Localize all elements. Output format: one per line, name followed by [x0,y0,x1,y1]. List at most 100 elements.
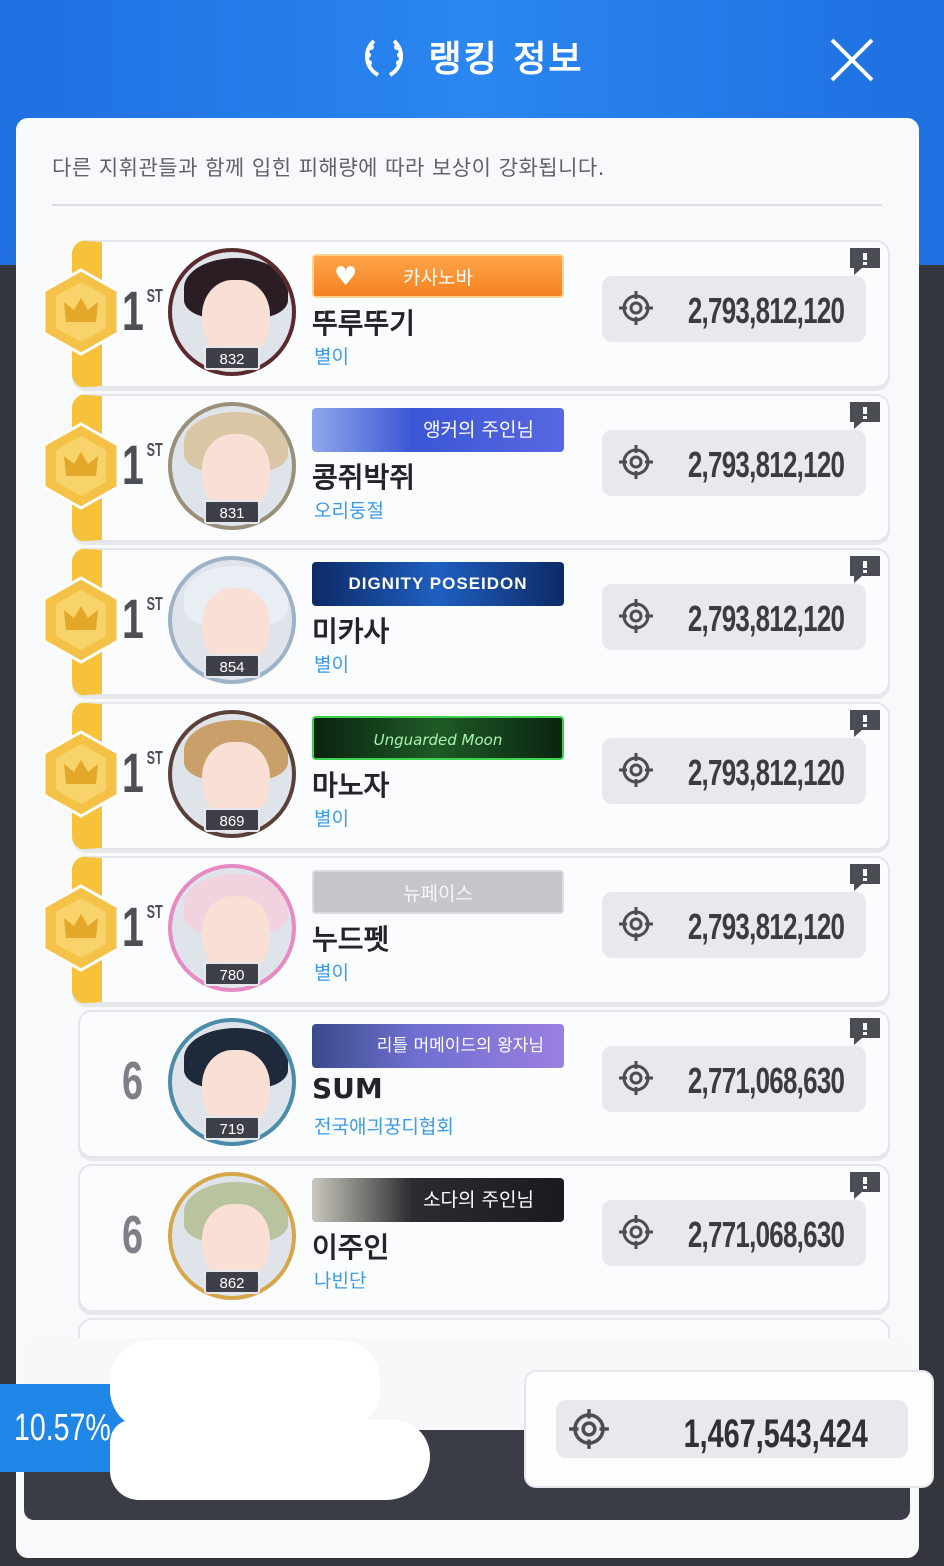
rank-value: 1 [122,587,144,650]
rank-suffix: ST [146,748,163,768]
title-banner-text: 카사노바 [403,267,473,289]
guild-name: 별이 [314,962,349,984]
divider [52,204,882,206]
level-badge: 831 [204,500,260,524]
rank-suffix: ST [146,902,163,922]
chat-icon[interactable] [848,400,882,430]
description-text: 다른 지휘관들과 함께 입힌 피해량에 따라 보상이 강화됩니다. [52,156,605,180]
target-icon [619,753,653,787]
rank-suffix: ST [146,440,163,460]
damage-score-box: 2,793,812,120 [602,430,866,496]
chat-icon[interactable] [848,554,882,584]
chat-icon[interactable] [848,862,882,892]
level-badge: 832 [204,346,260,370]
laurel-icon [365,39,404,77]
title-banner: Unguarded Moon [312,716,564,760]
crown-medal-icon [42,576,120,664]
title-banner-text: 앵커의 주인님 [423,419,534,441]
rank-value: 1 [122,895,144,958]
rank-value: 1 [122,433,144,496]
damage-score-value: 2,771,068,630 [687,1214,845,1255]
chat-icon[interactable] [848,1170,882,1200]
damage-score-value: 2,793,812,120 [687,290,845,331]
level-badge: 719 [204,1116,260,1140]
level-badge: 780 [204,962,260,986]
damage-score-value: 2,793,812,120 [687,444,845,485]
level-badge: 862 [204,1270,260,1294]
title-banner: 뉴페이스 [312,870,564,914]
rank-value: 1 [122,279,144,342]
player-name: 미카사 [312,615,390,648]
damage-score-box: 2,793,812,120 [602,738,866,804]
page-title: 랭킹 정보 [428,39,584,80]
rank-number: 1 ST [122,894,163,959]
my-score-value: 1,467,543,424 [683,1412,868,1456]
player-name: 뚜루뚜기 [312,307,416,340]
damage-score-box: 2,793,812,120 [602,584,866,650]
chat-icon[interactable] [848,246,882,276]
player-name: SUM [312,1072,383,1105]
guild-name: 나빈단 [314,1270,367,1292]
heart-icon: ♥ [334,262,358,292]
damage-score-value: 2,793,812,120 [687,598,845,639]
target-icon [619,599,653,633]
title-banner: 리틀 머메이드의 왕자님 [312,1024,564,1068]
my-score-card: 1,467,543,424 [524,1370,934,1488]
damage-score-value: 2,793,812,120 [687,906,845,947]
guild-name: 별이 [314,808,349,830]
title-banner-text: 소다의 주인님 [423,1189,534,1211]
crown-medal-icon [42,884,120,972]
rank-number: 1 ST [122,432,163,497]
title-banner-text: Unguarded Moon [373,731,503,749]
guild-name: 전국애긔꿍디협회 [314,1116,454,1138]
title-banner: 소다의 주인님 [312,1178,564,1222]
target-icon [619,445,653,479]
rank-suffix: ST [146,286,163,306]
redacted-area [110,1340,380,1430]
guild-name: 오리둥절 [314,500,384,522]
guild-name: 별이 [314,346,349,368]
damage-score-box: 2,793,812,120 [602,276,866,342]
damage-score-box: 2,793,812,120 [602,892,866,958]
rank-suffix: ST [146,594,163,614]
title-banner-text: 뉴페이스 [403,883,473,905]
player-name: 누드펫 [312,923,390,956]
rank-value: 1 [122,741,144,804]
target-icon [569,1409,609,1449]
chat-icon[interactable] [848,708,882,738]
damage-score-box: 2,771,068,630 [602,1046,866,1112]
my-rank-percent-text: 10.57% [14,1407,111,1449]
level-badge: 854 [204,654,260,678]
redacted-area [110,1420,430,1500]
my-score-box: 1,467,543,424 [556,1400,908,1458]
target-icon [619,291,653,325]
title-banner: ♥ 카사노바 [312,254,564,298]
guild-name: 별이 [314,654,349,676]
level-badge: 869 [204,808,260,832]
close-icon[interactable] [826,34,878,86]
header-title-wrap: 랭킹 정보 [0,30,944,85]
rank-number: 1 ST [122,278,163,343]
damage-score-box: 2,771,068,630 [602,1200,866,1266]
chat-icon[interactable] [848,1016,882,1046]
rank-number: 6 [122,1051,144,1111]
crown-medal-icon [42,730,120,818]
rank-number: 6 [122,1205,144,1265]
title-banner: 앵커의 주인님 [312,408,564,452]
title-banner: DIGNITY POSEIDON [312,562,564,606]
player-name: 이주인 [312,1231,390,1264]
player-name: 마노자 [312,769,390,802]
target-icon [619,1061,653,1095]
damage-score-value: 2,771,068,630 [687,1060,845,1101]
target-icon [619,1215,653,1249]
damage-score-value: 2,793,812,120 [687,752,845,793]
title-banner-text: 리틀 머메이드의 왕자님 [376,1036,544,1056]
title-banner-text: DIGNITY POSEIDON [348,574,528,593]
rank-number: 1 ST [122,586,163,651]
rank-number: 1 ST [122,740,163,805]
target-icon [619,907,653,941]
player-name: 콩쥐박쥐 [312,461,416,494]
header: 랭킹 정보 [0,0,944,118]
crown-medal-icon [42,268,120,356]
crown-medal-icon [42,422,120,510]
